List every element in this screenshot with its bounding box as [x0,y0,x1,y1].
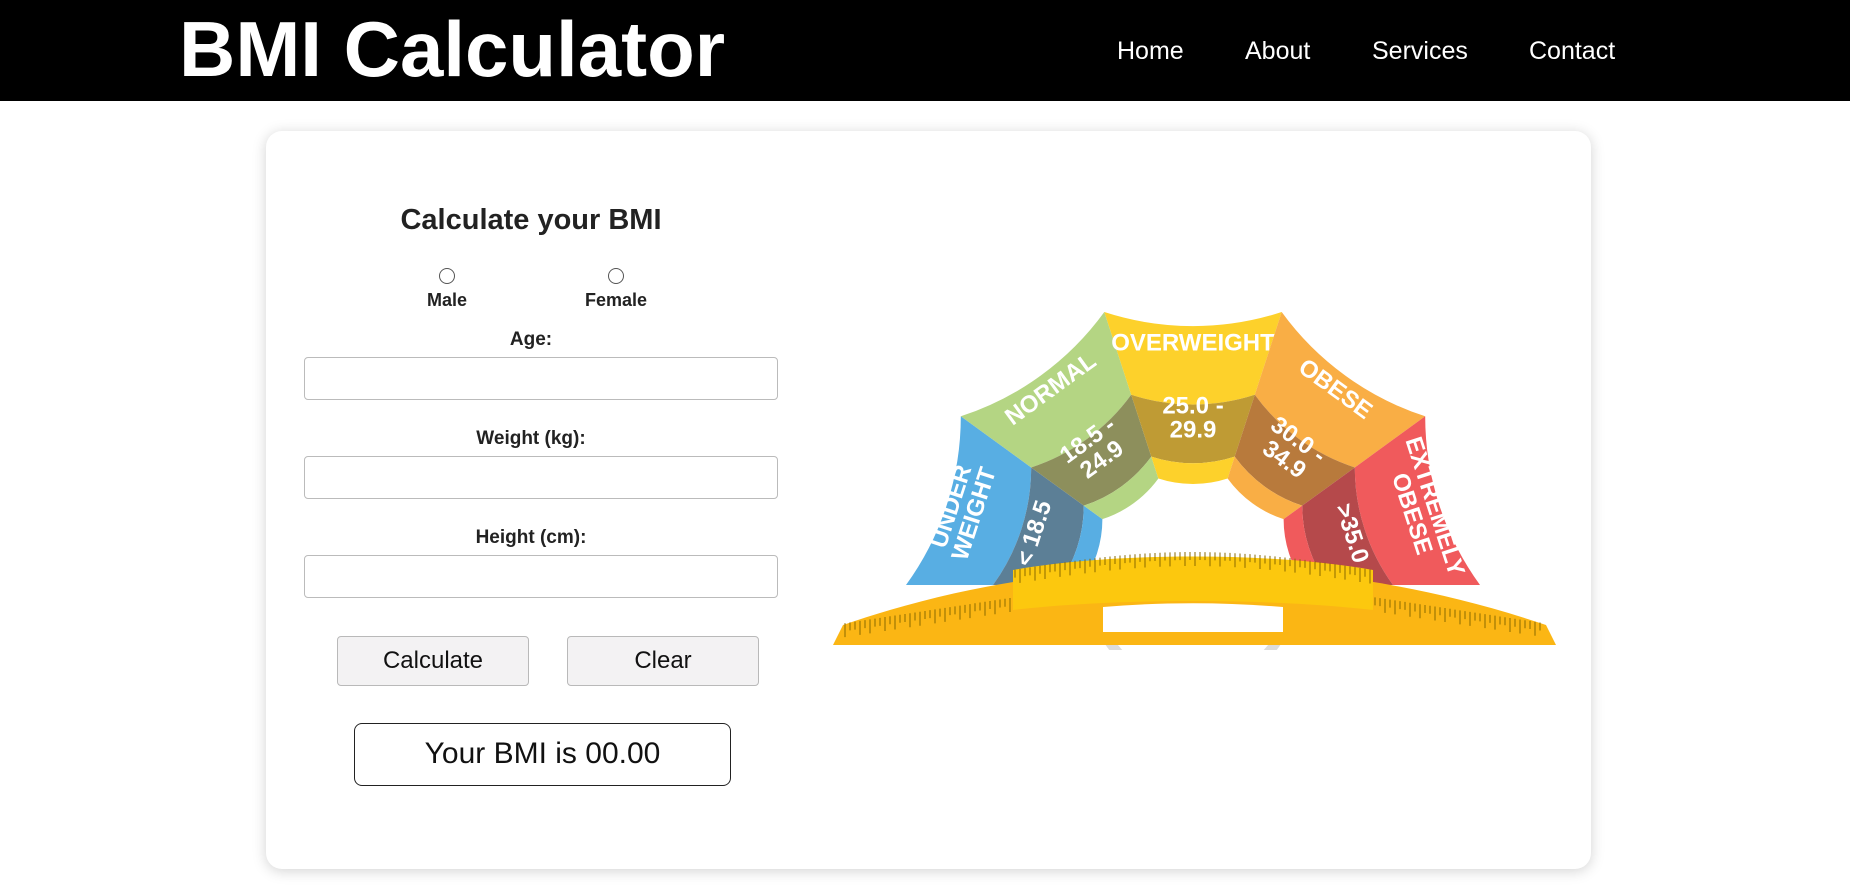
height-label: Height (cm): [475,527,587,548]
bmi-gauge-chart: UNDERWEIGHT < 18.5NORMAL18.5 -24.9OVERWEI… [833,312,1556,650]
form-title: Calculate your BMI [400,204,662,236]
female-label: Female [584,290,648,310]
clear-button[interactable]: Clear [567,636,759,686]
weight-input[interactable] [304,456,778,499]
bmi-result-box: Your BMI is 00.00 [354,723,731,786]
male-label: Male [426,290,468,310]
height-input[interactable] [304,555,778,598]
nav-contact-link[interactable]: Contact [1529,34,1615,68]
calculate-button[interactable]: Calculate [337,636,529,686]
age-label: Age: [509,329,553,350]
tape-gap [1103,603,1283,632]
header-bar: BMI Calculator Home About Services Conta… [0,0,1850,101]
weight-label: Weight (kg): [476,428,586,449]
nav-about-link[interactable]: About [1245,34,1310,68]
age-input[interactable] [304,357,778,400]
female-radio[interactable] [608,268,624,284]
nav-home-link[interactable]: Home [1117,34,1184,68]
gauge-range-label: 25.0 -29.9 [1162,392,1223,443]
site-title: BMI Calculator [179,5,726,93]
nav-services-link[interactable]: Services [1372,34,1468,68]
gauge-segment-overweight [1104,312,1282,405]
gauge-category-label: OVERWEIGHT [1111,329,1275,356]
male-radio[interactable] [439,268,455,284]
